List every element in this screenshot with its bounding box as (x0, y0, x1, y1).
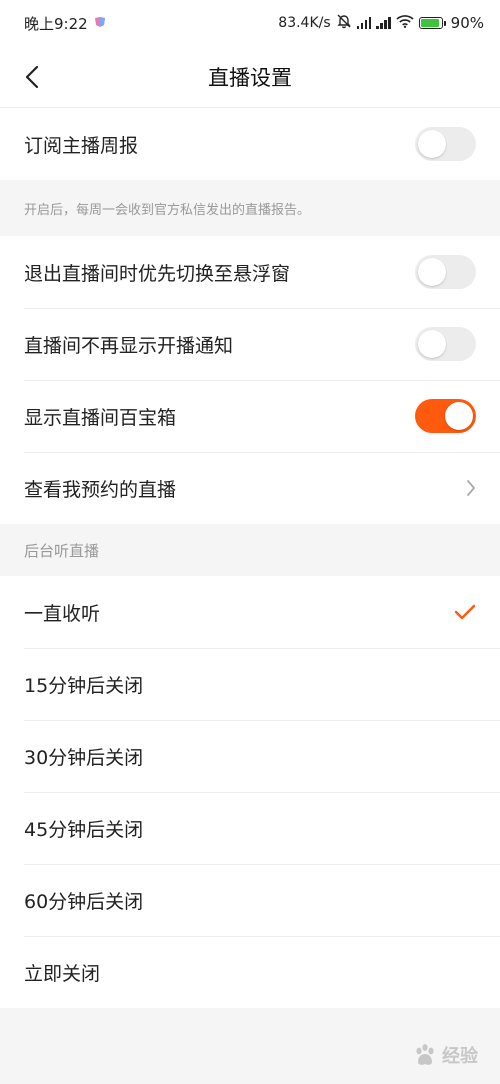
nav-bar: 直播设置 (0, 46, 500, 108)
option-label: 60分钟后关闭 (24, 890, 144, 913)
option-label: 15分钟后关闭 (24, 674, 144, 697)
setting-label: 显示直播间百宝箱 (24, 406, 177, 429)
status-time: 晚上9:22 (24, 14, 88, 33)
status-bar: 晚上9:22 83.4K/s 90% (0, 0, 500, 46)
listen-option-45min[interactable]: 45分钟后关闭 (0, 792, 500, 864)
back-button[interactable] (12, 46, 52, 108)
chevron-left-icon (25, 65, 39, 89)
listen-option-30min[interactable]: 30分钟后关闭 (0, 720, 500, 792)
setting-label: 退出直播间时优先切换至悬浮窗 (24, 262, 291, 285)
toggle-knob (445, 402, 473, 430)
toggle-knob (418, 130, 446, 158)
setting-row-my-reservations[interactable]: 查看我预约的直播 (0, 452, 500, 524)
signal-icon (356, 17, 372, 29)
toggle-knob (418, 258, 446, 286)
settings-group-subscribe: 订阅主播周报 (0, 108, 500, 180)
setting-row-subscribe-weekly[interactable]: 订阅主播周报 (0, 108, 500, 180)
baidu-paw-logo (416, 1044, 434, 1065)
option-label: 立即关闭 (24, 962, 101, 985)
option-label: 一直收听 (24, 602, 101, 625)
listen-option-always[interactable]: 一直收听 (0, 576, 500, 648)
listen-option-15min[interactable]: 15分钟后关闭 (0, 648, 500, 720)
setting-row-treasure-box[interactable]: 显示直播间百宝箱 (0, 380, 500, 452)
net-speed: 83.4K/s (278, 15, 331, 31)
page-title: 直播设置 (208, 65, 292, 90)
section-header-background-listen: 后台听直播 (0, 524, 500, 576)
background-listen-options: 一直收听 15分钟后关闭 30分钟后关闭 45分钟后关闭 60分钟后关闭 立即关… (0, 576, 500, 1008)
mute-bell-icon (336, 13, 352, 33)
battery-percent: 90% (450, 14, 484, 32)
treasure-box-toggle[interactable] (415, 399, 476, 433)
setting-row-no-start-notice[interactable]: 直播间不再显示开播通知 (0, 308, 500, 380)
subscribe-hint: 开启后，每周一会收到官方私信发出的直播报告。 (0, 180, 500, 236)
app-notification-icon (94, 14, 106, 32)
option-label: 30分钟后关闭 (24, 746, 144, 769)
signal-icon (376, 17, 391, 29)
chevron-right-icon (467, 480, 475, 496)
setting-label: 订阅主播周报 (24, 134, 139, 157)
listen-option-close-now[interactable]: 立即关闭 (0, 936, 500, 1008)
listen-option-60min[interactable]: 60分钟后关闭 (0, 864, 500, 936)
baidu-watermark: 经验 (412, 1042, 478, 1068)
setting-label: 查看我预约的直播 (24, 478, 177, 501)
no-start-notice-toggle[interactable] (415, 327, 476, 361)
checkmark-icon (454, 604, 476, 620)
float-window-toggle[interactable] (415, 255, 476, 289)
wifi-icon (396, 14, 414, 32)
watermark-text: 经验 (442, 1046, 478, 1067)
toggle-knob (418, 330, 446, 358)
status-left: 晚上9:22 (24, 13, 106, 34)
setting-row-float-window[interactable]: 退出直播间时优先切换至悬浮窗 (0, 236, 500, 308)
status-right: 83.4K/s 90% (278, 13, 484, 33)
option-label: 45分钟后关闭 (24, 818, 144, 841)
battery-charging-icon (418, 17, 446, 29)
settings-group-live-room: 退出直播间时优先切换至悬浮窗 直播间不再显示开播通知 显示直播间百宝箱 查看我预… (0, 236, 500, 524)
subscribe-weekly-toggle[interactable] (415, 127, 476, 161)
setting-label: 直播间不再显示开播通知 (24, 334, 234, 357)
